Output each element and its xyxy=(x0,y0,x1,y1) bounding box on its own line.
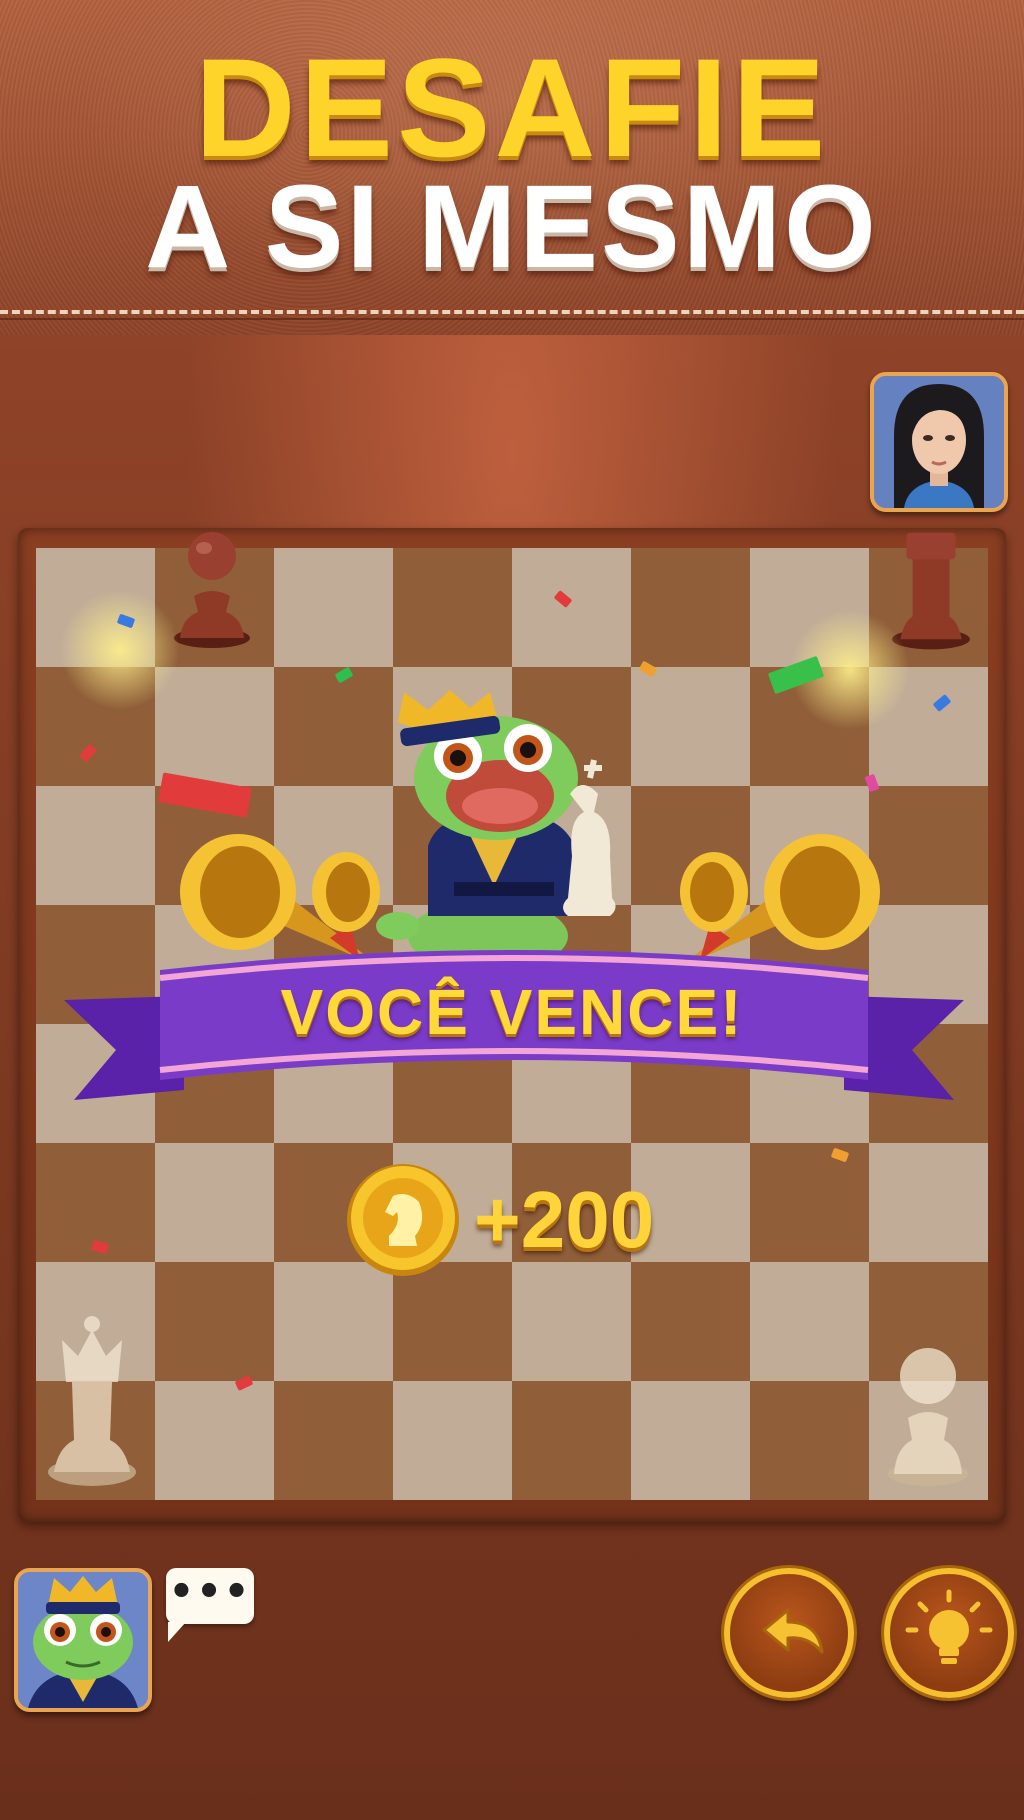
title-header: DESAFIE A SI MESMO xyxy=(0,0,1024,335)
stitch-shadow xyxy=(0,318,1024,320)
white-queen-icon xyxy=(48,1316,136,1486)
reward-amount: +200 xyxy=(474,1175,655,1264)
gold-knight-coin-icon xyxy=(347,1164,459,1276)
undo-arrow-icon xyxy=(762,1608,824,1654)
player-avatar[interactable] xyxy=(14,1568,152,1712)
chat-bubble-icon: ••• xyxy=(168,1569,252,1615)
undo-button[interactable] xyxy=(724,1568,854,1698)
hint-button[interactable] xyxy=(884,1568,1014,1698)
victory-banner-text: VOCÊ VENCE! xyxy=(280,976,744,1048)
title-line-2: A SI MESMO xyxy=(145,161,879,293)
spotlight-left xyxy=(60,590,180,710)
opponent-avatar[interactable] xyxy=(870,372,1008,512)
black-pawn-icon xyxy=(174,532,250,648)
white-pawn-icon xyxy=(888,1348,968,1486)
lightbulb-icon xyxy=(905,1589,993,1664)
chat-button[interactable]: ••• xyxy=(166,1568,254,1642)
black-rook-icon xyxy=(892,532,970,650)
title-line-1: DESAFIE xyxy=(194,29,830,186)
frog-king-mascot-icon xyxy=(376,690,616,972)
frog-king-avatar-icon xyxy=(18,1572,148,1708)
woman-avatar-icon xyxy=(874,376,1004,508)
stitch-line xyxy=(0,310,1024,314)
